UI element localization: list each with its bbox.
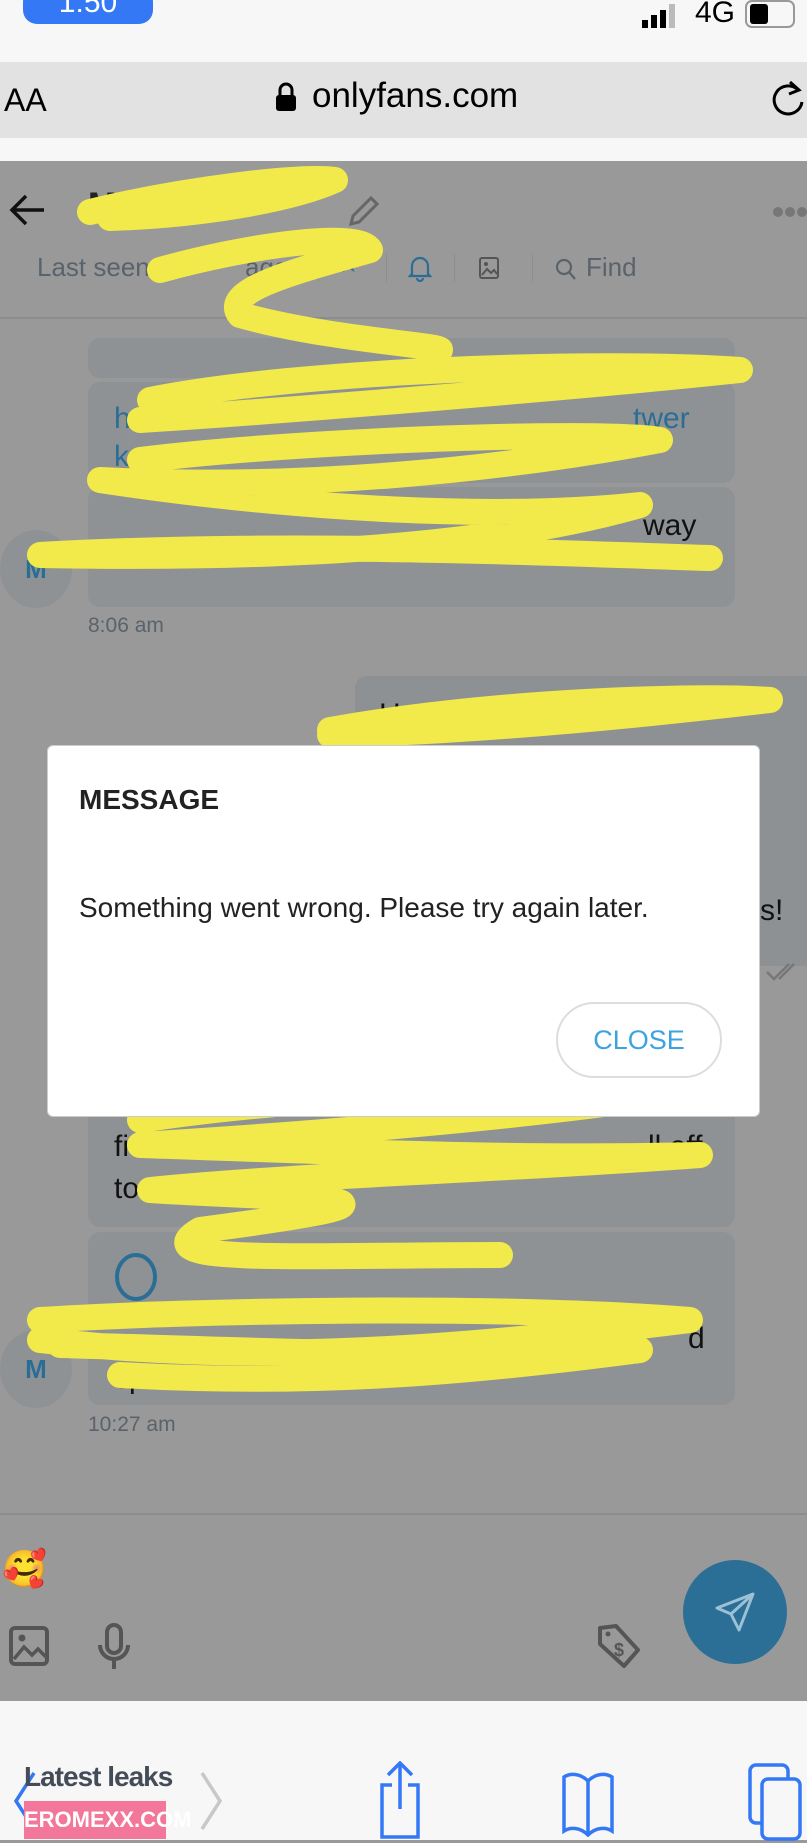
link-fragment[interactable]: k	[114, 440, 129, 474]
message-fragment: fi	[114, 1130, 129, 1163]
search-icon[interactable]	[555, 258, 577, 282]
separator	[454, 254, 455, 282]
more-icon[interactable]	[772, 206, 807, 218]
separator	[532, 254, 533, 282]
back-arrow-icon[interactable]	[8, 192, 48, 228]
battery-icon	[745, 0, 795, 28]
find-button[interactable]: Find	[586, 252, 637, 283]
image-icon[interactable]	[478, 256, 500, 280]
separator	[386, 254, 387, 282]
browser-toolbar: Latest leaks EROMEXX.COM	[0, 1701, 807, 1843]
dollar-icon	[115, 1253, 157, 1301]
forward-icon[interactable]	[198, 1771, 224, 1831]
message-fragment: ll off	[648, 1130, 703, 1163]
text-size-button[interactable]: AA	[4, 82, 47, 119]
pencil-icon[interactable]	[345, 192, 379, 228]
watermark-text: Latest leaks	[24, 1761, 173, 1792]
reload-icon[interactable]	[770, 80, 806, 120]
double-check-icon	[766, 963, 795, 981]
last-seen: Last seen	[37, 252, 150, 282]
chat-name: M	[88, 186, 117, 224]
message-fragment: way	[643, 509, 697, 542]
dialog-message: Something went wrong. Please try again l…	[79, 892, 649, 923]
header-divider	[0, 317, 807, 319]
status-bar: 1:50 4G	[0, 0, 807, 62]
message-bubble	[88, 338, 735, 378]
watermark-badge: EROMEXX.COM	[24, 1801, 191, 1839]
dialog-title: MESSAGE	[79, 784, 220, 815]
signal-icon	[642, 4, 675, 28]
message-bubble-link[interactable]: htt twer k	[88, 382, 735, 483]
send-button[interactable]	[683, 1560, 787, 1664]
bell-icon[interactable]	[408, 254, 432, 282]
message-fragment: to	[114, 1172, 140, 1205]
price-tag-icon[interactable]: $	[596, 1622, 642, 1670]
message-fragment: H	[379, 698, 401, 731]
status-time: 1:50	[23, 0, 153, 24]
tabs-icon[interactable]	[748, 1763, 802, 1843]
composer-divider	[0, 1513, 807, 1515]
link-fragment[interactable]: twer	[633, 402, 690, 436]
message-fragment: spank	[114, 1362, 195, 1395]
lock-icon	[276, 82, 296, 111]
avatar[interactable]: M	[0, 1330, 72, 1408]
avatar[interactable]: M	[0, 530, 72, 608]
close-button[interactable]: CLOSE	[556, 1002, 722, 1078]
message-fragment: s!	[760, 894, 784, 927]
separator	[318, 254, 319, 282]
svg-text:$: $	[614, 1640, 624, 1660]
message-bubble: the fl d spank	[88, 1232, 735, 1405]
address-bar[interactable]: AA onlyfans.com	[0, 62, 807, 138]
message-time: 10:27 am	[88, 1413, 176, 1436]
share-icon[interactable]	[378, 1761, 422, 1841]
bookmarks-icon[interactable]	[562, 1771, 614, 1837]
link-fragment[interactable]: htt	[114, 402, 147, 436]
star-icon[interactable]: ★	[338, 250, 360, 279]
network-label: 4G	[695, 0, 736, 29]
message-time: 8:06 am	[88, 614, 164, 637]
send-icon	[715, 1592, 755, 1632]
browser-divider	[0, 138, 807, 161]
last-seen-end: ago	[245, 252, 289, 282]
message-fragment: the fl	[558, 1322, 624, 1355]
microphone-icon[interactable]	[96, 1623, 132, 1671]
image-icon[interactable]	[8, 1625, 50, 1667]
error-dialog: MESSAGE Something went wrong. Please try…	[47, 745, 760, 1117]
emoji-button[interactable]: 🥰	[2, 1548, 47, 1590]
message-bubble: way	[88, 487, 735, 607]
url-text[interactable]: onlyfans.com	[312, 76, 518, 116]
message-fragment: d	[688, 1322, 705, 1355]
